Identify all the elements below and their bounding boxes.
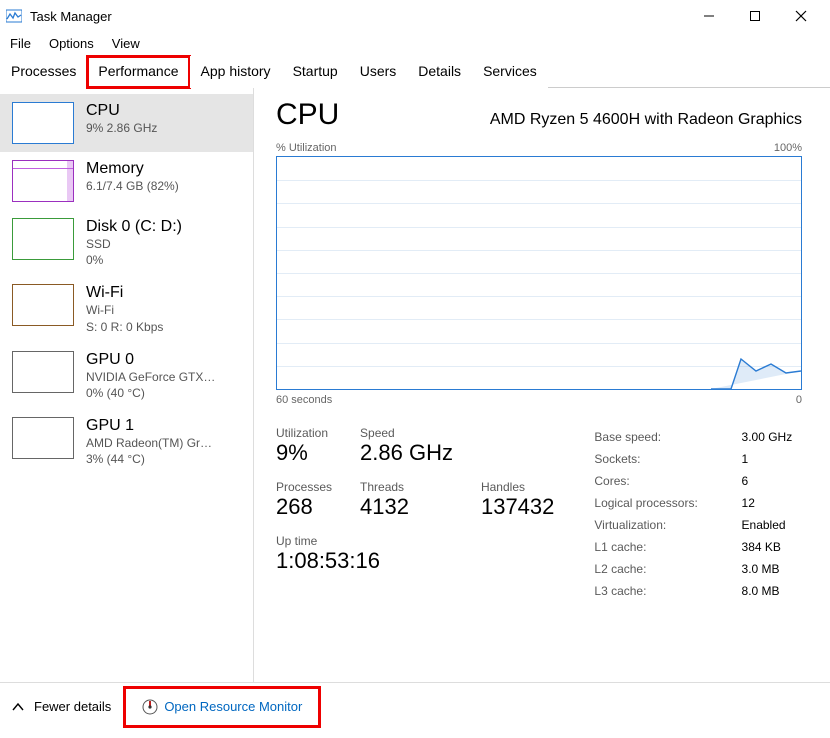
close-button[interactable] — [778, 1, 824, 31]
sidebar-item-sub: NVIDIA GeForce GTX… — [86, 369, 215, 385]
stats: Utilization 9% Speed 2.86 GHz Processes … — [276, 426, 802, 602]
sidebar-item-sub2: 3% (44 °C) — [86, 451, 212, 467]
sidebar-item-sub2: 0% — [86, 252, 182, 268]
sidebar-item-disk0[interactable]: Disk 0 (C: D:) SSD 0% — [0, 210, 253, 276]
cpu-thumb-icon — [12, 102, 74, 144]
chart-x-right: 0 — [796, 394, 802, 406]
chart-line-icon — [711, 349, 801, 389]
tab-performance[interactable]: Performance — [87, 56, 189, 88]
cpu-model: AMD Ryzen 5 4600H with Radeon Graphics — [490, 111, 802, 129]
resource-monitor-icon — [142, 699, 158, 715]
fewer-details-button[interactable]: Fewer details — [12, 699, 111, 714]
sidebar-item-sub: AMD Radeon(TM) Gr… — [86, 435, 212, 451]
minimize-button[interactable] — [686, 1, 732, 31]
menu-options[interactable]: Options — [49, 36, 94, 51]
stat-uptime: Up time 1:08:53:16 — [276, 534, 554, 574]
sidebar-item-sub: 9% 2.86 GHz — [86, 120, 157, 136]
menubar: File Options View — [0, 32, 830, 55]
sidebar-item-label: GPU 0 — [86, 351, 215, 369]
chart-y-max: 100% — [774, 142, 802, 154]
sidebar-item-cpu[interactable]: CPU 9% 2.86 GHz — [0, 94, 253, 152]
menu-view[interactable]: View — [112, 36, 140, 51]
sidebar-item-sub: SSD — [86, 236, 182, 252]
chart-y-label: % Utilization — [276, 142, 337, 154]
disk-thumb-icon — [12, 218, 74, 260]
specs-table: Base speed:3.00 GHz Sockets:1 Cores:6 Lo… — [594, 426, 802, 602]
stat-handles: Handles 137432 — [481, 480, 554, 520]
sidebar-item-wifi[interactable]: Wi-Fi Wi-Fi S: 0 R: 0 Kbps — [0, 276, 253, 342]
sidebar-item-label: CPU — [86, 102, 157, 120]
sidebar-item-label: Memory — [86, 160, 179, 178]
sidebar-item-label: Wi-Fi — [86, 284, 163, 302]
stat-processes: Processes 268 — [276, 480, 332, 520]
tab-services[interactable]: Services — [472, 56, 548, 88]
tab-app-history[interactable]: App history — [190, 56, 282, 88]
gpu-thumb-icon — [12, 417, 74, 459]
main-area: CPU 9% 2.86 GHz Memory 6.1/7.4 GB (82%) … — [0, 88, 830, 682]
menu-file[interactable]: File — [10, 36, 31, 51]
chevron-up-icon — [12, 701, 24, 713]
sidebar-item-sub2: 0% (40 °C) — [86, 385, 215, 401]
open-resource-monitor-label: Open Resource Monitor — [164, 699, 302, 714]
tab-processes[interactable]: Processes — [0, 56, 87, 88]
sidebar-item-sub: 6.1/7.4 GB (82%) — [86, 178, 179, 194]
utilization-chart[interactable] — [276, 156, 802, 390]
open-resource-monitor-highlight: Open Resource Monitor — [123, 686, 321, 728]
sidebar-item-sub: Wi-Fi — [86, 302, 163, 318]
footer: Fewer details Open Resource Monitor — [0, 682, 830, 730]
sidebar: CPU 9% 2.86 GHz Memory 6.1/7.4 GB (82%) … — [0, 88, 254, 682]
tab-details[interactable]: Details — [407, 56, 472, 88]
maximize-button[interactable] — [732, 1, 778, 31]
wifi-thumb-icon — [12, 284, 74, 326]
app-icon — [6, 8, 22, 24]
detail-pane: CPU AMD Ryzen 5 4600H with Radeon Graphi… — [254, 88, 830, 682]
tab-startup[interactable]: Startup — [282, 56, 349, 88]
tab-users[interactable]: Users — [349, 56, 408, 88]
detail-title: CPU — [276, 98, 339, 132]
stat-speed: Speed 2.86 GHz — [360, 426, 453, 466]
window-title: Task Manager — [30, 9, 112, 24]
fewer-details-label: Fewer details — [34, 699, 111, 714]
stat-threads: Threads 4132 — [360, 480, 453, 520]
gpu-thumb-icon — [12, 351, 74, 393]
sidebar-item-gpu0[interactable]: GPU 0 NVIDIA GeForce GTX… 0% (40 °C) — [0, 343, 253, 409]
sidebar-item-label: Disk 0 (C: D:) — [86, 218, 182, 236]
sidebar-item-memory[interactable]: Memory 6.1/7.4 GB (82%) — [0, 152, 253, 210]
memory-thumb-icon — [12, 160, 74, 202]
stat-utilization: Utilization 9% — [276, 426, 332, 466]
chart-x-left: 60 seconds — [276, 394, 332, 406]
sidebar-item-label: GPU 1 — [86, 417, 212, 435]
titlebar: Task Manager — [0, 0, 830, 32]
sidebar-item-gpu1[interactable]: GPU 1 AMD Radeon(TM) Gr… 3% (44 °C) — [0, 409, 253, 475]
sidebar-item-sub2: S: 0 R: 0 Kbps — [86, 319, 163, 335]
open-resource-monitor-link[interactable]: Open Resource Monitor — [136, 695, 308, 719]
tabstrip: Processes Performance App history Startu… — [0, 55, 830, 88]
